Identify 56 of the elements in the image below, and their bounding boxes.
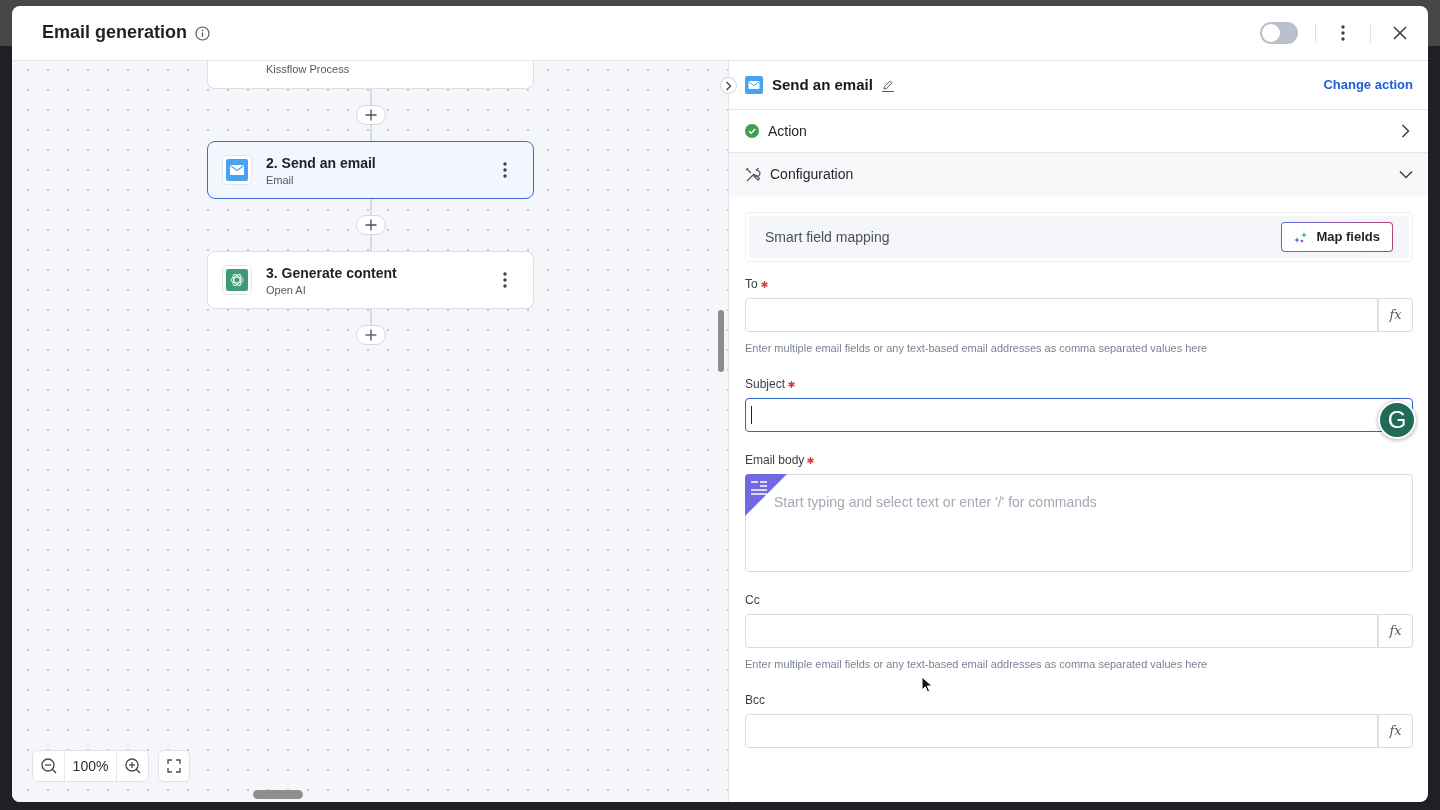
step-title: 2. Send an email <box>266 153 377 172</box>
step-subtitle: Kissflow Process <box>266 62 351 76</box>
zoom-out-icon <box>40 758 57 774</box>
formula-button[interactable]: fx <box>1378 298 1413 332</box>
formula-button[interactable]: fx <box>1378 614 1413 648</box>
zoom-level: 100% <box>64 751 117 781</box>
expand-corners-icon <box>167 759 181 773</box>
horizontal-scrollbar[interactable] <box>253 790 303 799</box>
map-fields-button[interactable]: Map fields <box>1281 222 1393 252</box>
field-label: Cc <box>745 592 760 609</box>
add-step-button[interactable] <box>355 215 386 235</box>
step-subtitle: Email <box>266 172 295 187</box>
chevron-right-icon <box>1401 124 1410 138</box>
tools-icon <box>745 166 761 183</box>
section-header[interactable]: Configuration <box>729 153 1428 196</box>
step-card[interactable]: 2. Send an email Email <box>207 141 534 199</box>
field-hint: Enter multiple email fields or any text-based email addresses as comma separated values here <box>745 657 1209 672</box>
fit-view-button[interactable] <box>158 750 190 782</box>
field-label: Email body <box>745 452 805 469</box>
zoom-in-icon <box>124 758 141 774</box>
formula-button[interactable]: fx <box>1378 714 1413 748</box>
field-label: Subject <box>745 376 786 393</box>
kebab-menu-icon[interactable] <box>503 272 507 288</box>
pencil-icon[interactable] <box>880 78 895 92</box>
email-body-field[interactable]: Start typing and select text or enter '/' for commands <box>745 474 1413 572</box>
status-toggle[interactable] <box>1260 22 1298 44</box>
chevron-down-icon <box>1399 170 1413 179</box>
field-label: To <box>745 276 758 293</box>
add-step-button[interactable] <box>355 325 386 345</box>
plus-icon <box>364 219 377 231</box>
knot-logo-icon <box>222 265 252 295</box>
step-card[interactable]: Kissflow Process <box>207 61 534 89</box>
text-cursor <box>751 406 752 424</box>
chevron-right-icon <box>725 80 732 91</box>
envelope-icon <box>745 76 763 94</box>
window-title: Email generation <box>42 22 188 44</box>
kebab-menu-icon[interactable] <box>503 162 507 178</box>
info-icon[interactable] <box>195 25 211 41</box>
add-step-button[interactable] <box>355 105 386 125</box>
mouse-pointer-icon <box>921 676 933 693</box>
field-label: Bcc <box>745 692 765 709</box>
plus-icon <box>364 109 377 121</box>
field-hint: Enter multiple email fields or any text-based email addresses as comma separated values here <box>745 341 1209 356</box>
writing-assistant-button[interactable]: G <box>1378 401 1416 439</box>
step-card[interactable]: 3. Generate content Open AI <box>207 251 534 309</box>
plus-icon <box>364 329 377 341</box>
envelope-icon <box>222 155 252 185</box>
step-title: 3. Generate content <box>266 263 398 282</box>
kebab-menu-icon[interactable] <box>1341 25 1345 41</box>
change-action-link[interactable]: Change action <box>1323 75 1413 95</box>
smart-mapping-label: Smart field mapping <box>765 227 890 247</box>
flow-canvas[interactable]: Kissflow Process 2. Send an email Email 3. Generate content Open AI 100% <box>12 61 728 802</box>
vertical-scrollbar[interactable] <box>718 310 724 372</box>
action-title: Send an email <box>772 74 873 95</box>
close-icon[interactable] <box>1393 26 1407 40</box>
step-subtitle: Open AI <box>266 282 307 297</box>
